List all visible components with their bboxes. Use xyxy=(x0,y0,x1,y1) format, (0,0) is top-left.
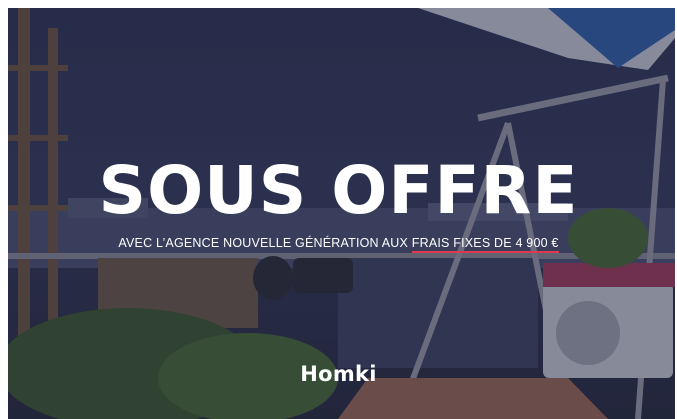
fixed-fee-highlight: FRAIS FIXES DE 4 900 € xyxy=(411,236,559,253)
homki-logo: Homki xyxy=(300,362,377,386)
status-headline: SOUS OFFRE xyxy=(98,152,579,229)
tagline-text: AVEC L’AGENCE NOUVELLE GÉNÉRATION AUX xyxy=(118,236,412,250)
agency-tagline: AVEC L’AGENCE NOUVELLE GÉNÉRATION AUX FR… xyxy=(0,236,677,253)
listing-banner: SOUS OFFRE AVEC L’AGENCE NOUVELLE GÉNÉRA… xyxy=(0,0,677,419)
